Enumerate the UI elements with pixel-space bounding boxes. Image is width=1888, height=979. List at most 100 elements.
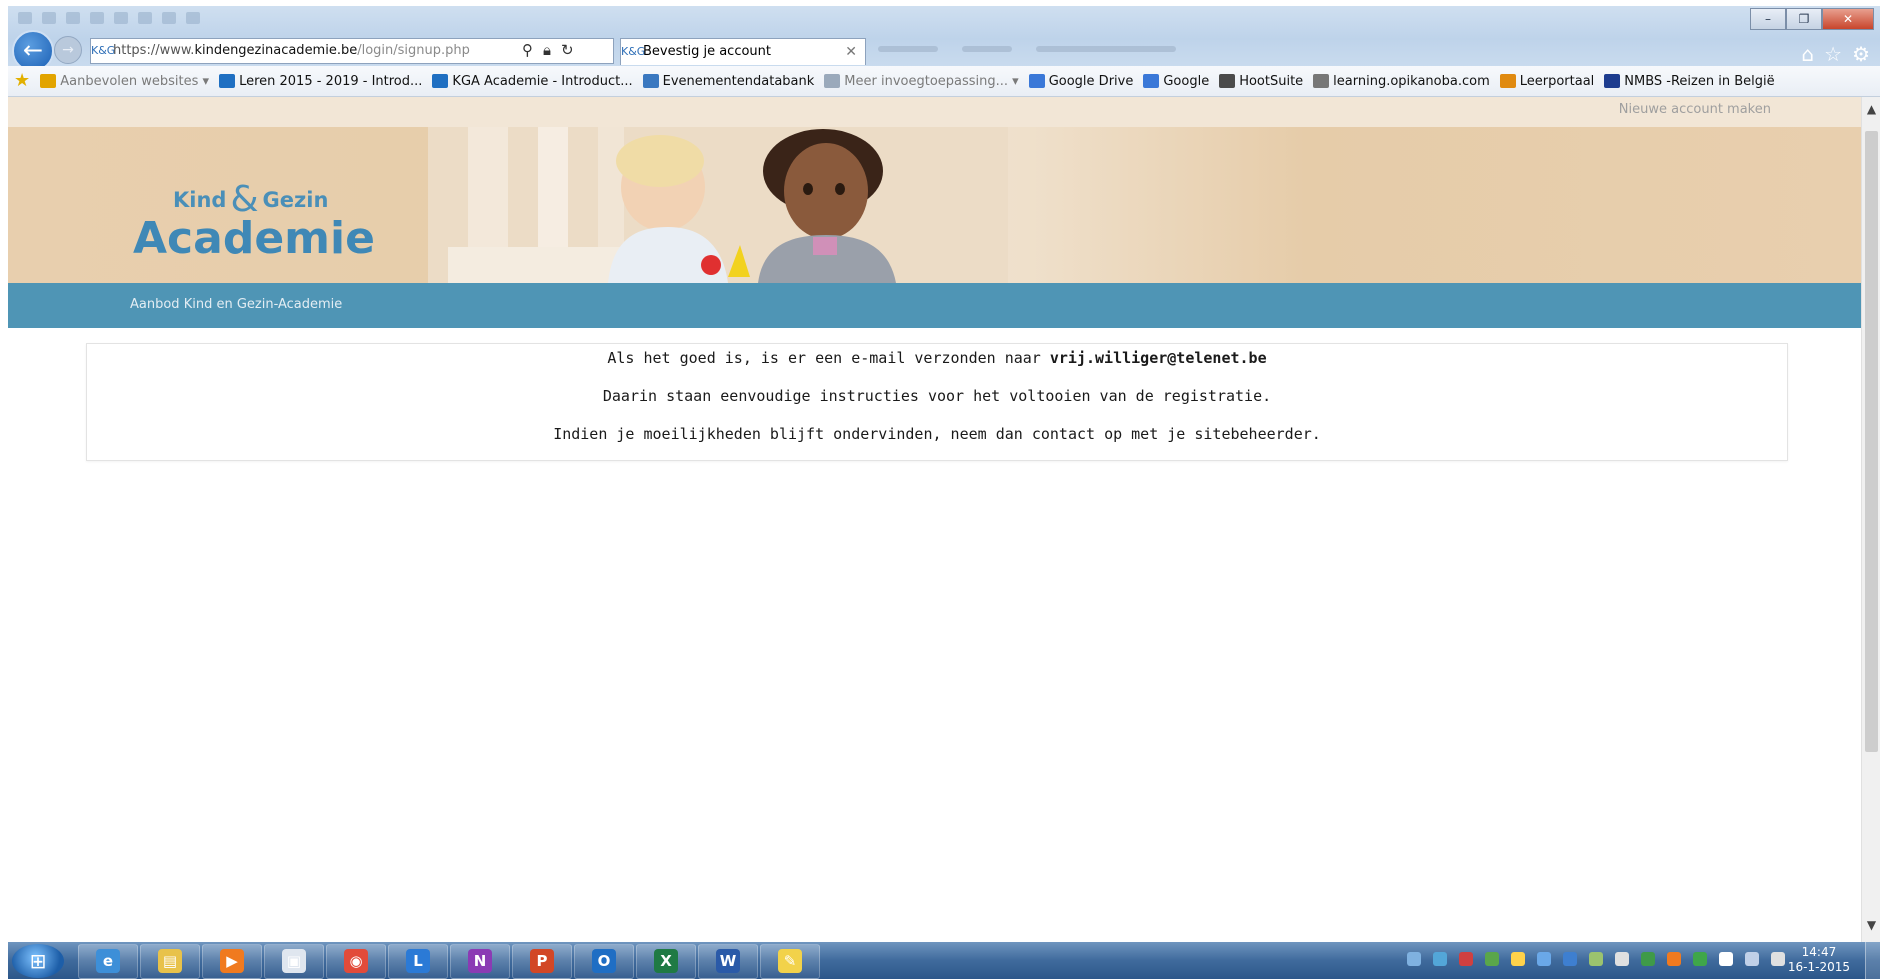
logo-gezin-text: Gezin [262, 188, 329, 212]
window-controls: – ❐ ✕ [1750, 8, 1874, 30]
favorite-icon [1219, 74, 1236, 88]
favorite-item[interactable]: Meer invoegtoepassing... ▾ [824, 67, 1019, 97]
clock[interactable]: 14:47 16-1-2015 [1788, 945, 1850, 975]
tray-icon[interactable] [1719, 952, 1733, 966]
favorites-star-icon[interactable]: ☆ [1824, 42, 1842, 66]
start-button[interactable]: ⊞ [12, 944, 64, 978]
vertical-scrollbar[interactable]: ▲ ▼ [1861, 97, 1880, 942]
confirmation-box: Als het goed is, is er een e-mail verzon… [86, 343, 1788, 461]
blurred-tabs [878, 42, 1178, 56]
favorite-icon [824, 74, 841, 88]
favorite-icon [1028, 74, 1045, 88]
favorite-icon [1143, 74, 1160, 88]
taskbar-app-window-app[interactable]: ▣ [264, 944, 324, 979]
favorite-item[interactable]: learning.opikanoba.com [1313, 67, 1490, 97]
tray-icon[interactable] [1589, 952, 1603, 966]
window-app-icon: ▣ [282, 949, 306, 973]
tab-title: Bevestig je account [643, 44, 772, 59]
tab-active[interactable]: K&GBevestig je account ✕ [620, 38, 866, 65]
favorite-item[interactable]: Aanbevolen websites ▾ [40, 67, 209, 97]
tray-icon[interactable] [1667, 952, 1681, 966]
favorites-bar-star-icon[interactable]: ★ [14, 66, 30, 96]
favorites-bar: ★ Aanbevolen websites ▾ Leren 2015 - 2019… [8, 66, 1880, 97]
taskbar-app-outlook[interactable]: O [574, 944, 634, 979]
favorite-label: Meer invoegtoepassing... ▾ [844, 73, 1019, 89]
taskbar-app-lync[interactable]: L [388, 944, 448, 979]
email-address: vrij.williger@telenet.be [1049, 349, 1267, 367]
minimize-button[interactable]: – [1750, 8, 1786, 30]
confirmation-message-2: Daarin staan eenvoudige instructies voor… [602, 387, 1272, 405]
favorite-item[interactable]: Leerportaal [1499, 67, 1594, 97]
favorite-item[interactable]: NMBS -Reizen in België [1604, 67, 1775, 97]
scroll-down-icon[interactable]: ▼ [1862, 917, 1880, 933]
taskbar-app-sticky-notes[interactable]: ✎ [760, 944, 820, 979]
tray-icon[interactable] [1511, 952, 1525, 966]
taskbar-app-explorer[interactable]: ▤ [140, 944, 200, 979]
clock-time: 14:47 [1801, 945, 1837, 959]
favorite-label: Google Drive [1048, 73, 1134, 89]
system-tray [1407, 952, 1785, 966]
scroll-up-icon[interactable]: ▲ [1862, 101, 1880, 117]
powerpoint-icon: P [530, 949, 554, 973]
tray-icon[interactable] [1615, 952, 1629, 966]
tray-icon[interactable] [1745, 952, 1759, 966]
gear-icon[interactable]: ⚙ [1852, 42, 1870, 66]
sticky-notes-icon: ✎ [778, 949, 802, 973]
new-account-link[interactable]: Nieuwe account maken [1619, 102, 1771, 117]
favorite-item[interactable]: Google [1143, 67, 1209, 97]
scrollbar-thumb[interactable] [1865, 131, 1878, 752]
tray-icon[interactable] [1563, 952, 1577, 966]
maximize-button[interactable]: ❐ [1786, 8, 1822, 30]
logo-kind-text: Kind [173, 188, 227, 212]
forward-button[interactable]: → [54, 36, 82, 64]
tray-icon[interactable] [1459, 952, 1473, 966]
windows-taskbar: ⊞ 14:47 16-1-2015 e ▤ ▶ ▣ ◉ L N P O X W ✎ [8, 942, 1880, 979]
message-1-text: Als het goed is, is er een e-mail verzon… [607, 349, 1050, 367]
search-icon[interactable]: ⚲ [522, 38, 533, 62]
tab-close-icon[interactable]: ✕ [845, 39, 857, 65]
excel-icon: X [654, 949, 678, 973]
logo-academie[interactable]: Academie [133, 213, 375, 264]
title-bar: – ❐ ✕ ← → K&Ghttps://www.kindengezinacad… [8, 6, 1880, 72]
taskbar-app-word[interactable]: W [698, 944, 758, 979]
confirmation-message-3: Indien je moeilijkheden blijft ondervind… [553, 425, 1321, 443]
tray-icon[interactable] [1537, 952, 1551, 966]
tray-icon[interactable] [1641, 952, 1655, 966]
close-button[interactable]: ✕ [1822, 8, 1874, 30]
home-icon[interactable]: ⌂ [1801, 42, 1814, 66]
taskbar-app-onenote[interactable]: N [450, 944, 510, 979]
favorite-item[interactable]: HootSuite [1219, 67, 1303, 97]
tab-favicon-icon: K&G [621, 45, 646, 58]
taskbar-app-media-player[interactable]: ▶ [202, 944, 262, 979]
address-bar-buttons: ⚲ 🔒︎ ↻ [522, 38, 574, 62]
nav-link-aanbod[interactable]: Aanbod Kind en Gezin-Academie [130, 297, 342, 312]
browser-right-icons: ⌂ ☆ ⚙ [1801, 42, 1870, 66]
tray-icon[interactable] [1771, 952, 1785, 966]
lock-icon[interactable]: 🔒︎ [543, 38, 551, 62]
tray-icon[interactable] [1485, 952, 1499, 966]
favorite-icon [1313, 74, 1330, 88]
favorite-icon [219, 74, 236, 88]
tray-icon[interactable] [1407, 952, 1421, 966]
favorite-item[interactable]: Evenementendatabank [642, 67, 815, 97]
taskbar-app-excel[interactable]: X [636, 944, 696, 979]
favorite-icon [432, 74, 449, 88]
site-navbar: Aanbod Kind en Gezin-Academie [8, 283, 1861, 328]
ie-icon: e [96, 949, 120, 973]
tray-icon[interactable] [1433, 952, 1447, 966]
favorite-label: NMBS -Reizen in België [1624, 73, 1775, 89]
taskbar-app-powerpoint[interactable]: P [512, 944, 572, 979]
refresh-icon[interactable]: ↻ [561, 38, 574, 62]
favorite-label: Evenementendatabank [662, 73, 815, 89]
word-icon: W [716, 949, 740, 973]
tray-icon[interactable] [1693, 952, 1707, 966]
show-desktop-button[interactable] [1865, 942, 1880, 979]
favorite-label: Aanbevolen websites ▾ [60, 73, 210, 89]
favorite-item[interactable]: Google Drive [1028, 67, 1134, 97]
favorite-item[interactable]: KGA Academie - Introduct... [432, 67, 633, 97]
favorite-item[interactable]: Leren 2015 - 2019 - Introd... [219, 67, 422, 97]
page-top-strip: Nieuwe account maken [8, 97, 1861, 127]
favorite-label: HootSuite [1239, 73, 1304, 89]
taskbar-app-ie[interactable]: e [78, 944, 138, 979]
taskbar-app-chrome[interactable]: ◉ [326, 944, 386, 979]
